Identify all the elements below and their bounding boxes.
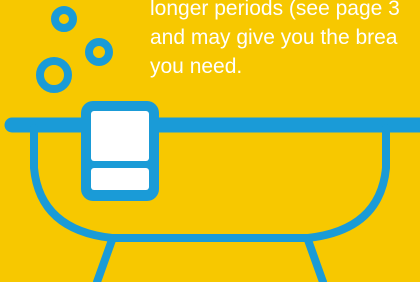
tub-leg-right: [304, 236, 327, 282]
bubbles: [36, 6, 113, 93]
bubble-icon: [36, 57, 72, 93]
bubble-icon: [51, 6, 77, 32]
towel-stripe: [91, 168, 149, 190]
bubble-icon: [85, 38, 113, 66]
towel-face: [91, 111, 149, 161]
tub-leg-left: [93, 236, 116, 282]
towel-icon: [81, 101, 159, 201]
bathtub-icon: [4, 117, 420, 282]
bathtub-illustration: [4, 6, 420, 282]
